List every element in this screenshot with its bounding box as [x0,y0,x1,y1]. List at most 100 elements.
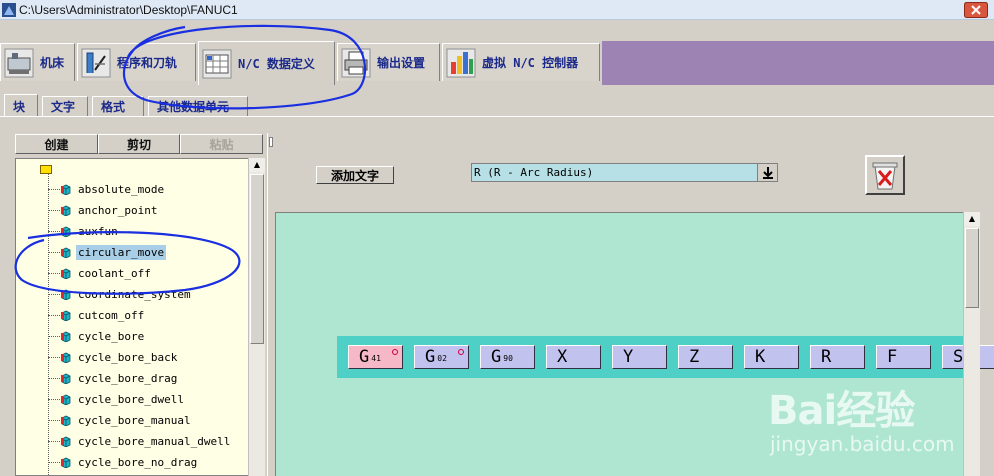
paste-button[interactable]: 粘贴 [180,134,263,154]
tab-bar-filler [602,41,994,85]
block-icon [60,393,72,406]
create-button-label: 创建 [44,137,69,152]
tree-item[interactable]: coolant_off [48,264,153,282]
tree-connector [48,209,60,211]
tab-output-settings[interactable]: 输出设置 [337,43,440,81]
block-word-button[interactable]: G 41 [348,345,403,369]
title-bar: C:\Users\Administrator\Desktop\FANUC1 [0,0,994,20]
scroll-up-arrow-icon[interactable]: ▲ [964,212,980,226]
delete-word-button[interactable] [865,155,905,195]
close-icon[interactable] [964,2,988,18]
splitter-grip[interactable] [269,137,273,147]
word-letter: X [557,347,568,367]
tree-item-label: coolant_off [78,266,151,280]
block-icon [60,309,72,322]
tree-item-label: cycle_bore_manual [78,413,191,427]
subtab-block[interactable]: 块 [4,94,38,117]
word-letter: Z [689,347,700,367]
tree-connector [48,251,60,253]
tree-item[interactable]: auxfun [48,222,120,240]
block-word-button[interactable]: F [876,345,931,369]
tree-item-label: absolute_mode [78,182,165,196]
program-toolpath-icon [81,48,111,77]
add-word-button[interactable]: 添加文字 [316,166,394,184]
panel-splitter[interactable] [267,133,273,476]
nc-data-icon [202,49,232,78]
subtab-label: 文字 [51,100,76,114]
create-button[interactable]: 创建 [15,134,98,154]
block-word-button[interactable]: Z [678,345,733,369]
tree-item[interactable]: cycle_bore_no_drag [48,453,199,471]
block-word-button[interactable]: G 90 [480,345,535,369]
tree-connector [48,419,60,421]
tree-item[interactable]: cycle_bore_manual_dwell [48,432,232,450]
tree-item[interactable]: cycle_bore_manual [48,411,193,429]
tree-item[interactable]: cycle_bore_dwell [48,390,186,408]
virtual-controller-icon [446,48,476,77]
block-icon [60,246,72,259]
tree-item-label: cycle_bore_back [78,350,178,364]
block-word-button[interactable]: R [810,345,865,369]
word-code: 41 [371,354,381,363]
scroll-thumb[interactable] [250,174,264,344]
watermark-brand: Bai经验 [768,388,915,434]
tab-label: 输出设置 [377,56,426,70]
tree-item-label: cycle_bore_dwell [78,392,184,406]
tree-item[interactable]: cutcom_off [48,306,146,324]
tree-connector [48,440,60,442]
tree-item-label: auxfun [78,224,118,238]
dropdown-button[interactable] [757,164,777,181]
tree-item-label: cutcom_off [78,308,145,322]
tab-machine[interactable]: 机床 [0,43,75,81]
tree-connector [48,293,60,295]
app-icon [2,3,16,17]
tree-item[interactable]: cycle_bore_back [48,348,179,366]
tree-item[interactable]: cycle_bore [48,327,146,345]
tree-connector [48,272,60,274]
word-letter: R [821,347,832,367]
trash-icon [872,162,898,190]
tree-item[interactable]: cycle_bore_drag [48,369,179,387]
watermark-url: jingyan.baidu.com [770,432,955,456]
block-icon [60,414,72,427]
canvas-scrollbar[interactable]: ▲ [963,212,980,476]
download-arrow-icon [763,167,773,179]
tab-program-toolpath[interactable]: 程序和刀轨 [77,43,196,81]
scroll-up-arrow-icon[interactable]: ▲ [249,158,265,172]
tree-item[interactable]: circular_move [48,243,167,261]
tab-nc-data[interactable]: N/C 数据定义 [198,41,335,85]
subtab-format[interactable]: 格式 [92,96,144,116]
subtab-label: 格式 [101,100,126,114]
word-letter: G [491,347,502,367]
folder-icon [40,165,52,174]
word-letter: S [953,347,964,367]
block-word-button[interactable]: X [546,345,601,369]
tree-item[interactable]: anchor_point [48,201,159,219]
word-select-value: R (R - Arc Radius) [474,166,594,179]
tab-label: 虚拟 N/C 控制器 [482,56,579,70]
window-title: C:\Users\Administrator\Desktop\FANUC1 [19,3,238,17]
subtab-word[interactable]: 文字 [42,96,88,116]
cut-button[interactable]: 剪切 [98,134,180,154]
tree-connector [48,398,60,400]
tab-virtual-nc-controller[interactable]: 虚拟 N/C 控制器 [442,43,600,81]
tree-item-label: circular_move [76,244,167,260]
tree-item[interactable]: absolute_mode [48,180,166,198]
block-word-button[interactable]: K [744,345,799,369]
modal-marker-icon [458,349,464,355]
scroll-thumb[interactable] [965,228,979,308]
tree-item-label: anchor_point [78,203,158,217]
modal-marker-icon [392,349,398,355]
subtab-other-data-elements[interactable]: 其他数据单元 [148,96,248,116]
block-word-button[interactable]: G 02 [414,345,469,369]
block-icon [60,183,72,196]
block-icon [60,330,72,343]
block-word-button[interactable]: Y [612,345,667,369]
tree-scrollbar[interactable]: ▲ [248,158,265,476]
tree-item-label: cycle_bore [78,329,145,343]
block-icon [60,225,72,238]
block-tree[interactable]: absolute_mode anchor_pointauxfun circular_… [15,158,265,476]
word-select[interactable]: R (R - Arc Radius) [471,163,778,182]
tree-item[interactable]: coordinate_system [48,285,193,303]
word-code: 02 [437,354,447,363]
